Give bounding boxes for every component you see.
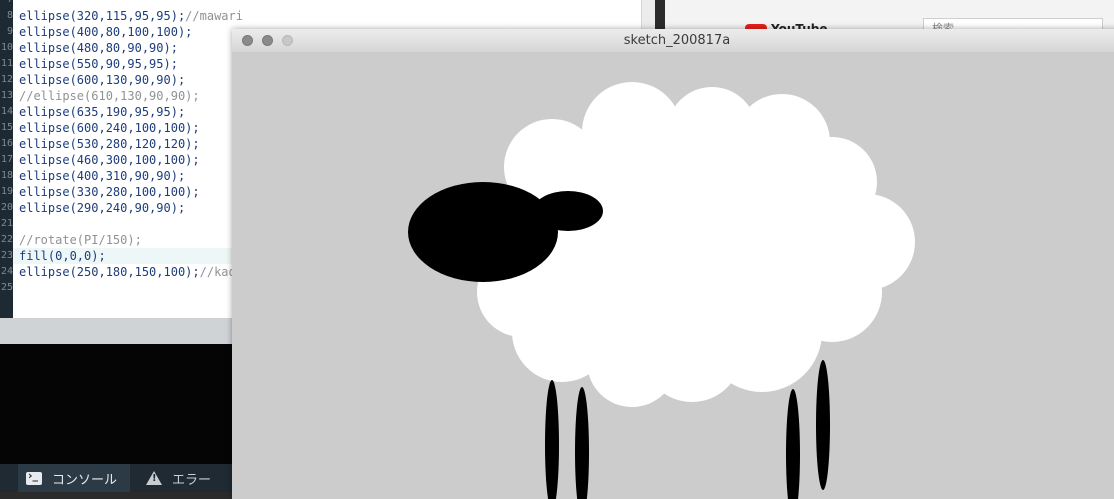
head-ellipse bbox=[408, 182, 558, 282]
line-number: 19 bbox=[0, 186, 13, 197]
line-number: 10 bbox=[0, 42, 13, 53]
code-line: ellipse(635,190,95,95); bbox=[19, 104, 185, 120]
code-line: ellipse(320,115,95,95);//mawari bbox=[19, 8, 243, 24]
leg bbox=[816, 360, 830, 490]
code-text: ellipse(330,280,100,100); bbox=[19, 185, 200, 199]
sketch-canvas bbox=[232, 52, 1114, 499]
line-number: 13 bbox=[0, 90, 13, 101]
line-number: 25 bbox=[0, 282, 13, 293]
code-text: ellipse(250,180,150,100); bbox=[19, 265, 200, 279]
ear-ellipse bbox=[533, 191, 603, 231]
line-number: 24 bbox=[0, 266, 13, 277]
code-text: ellipse(290,240,90,90); bbox=[19, 201, 186, 215]
code-text: ellipse(530,280,120,120); bbox=[19, 137, 200, 151]
code-text: //ellipse(610,130,90,90); bbox=[19, 89, 200, 103]
code-line: //ellipse(610,130,90,90); bbox=[19, 88, 200, 104]
warning-icon bbox=[146, 471, 162, 485]
line-number: 16 bbox=[0, 138, 13, 149]
line-number: 18 bbox=[0, 170, 13, 181]
console-icon bbox=[26, 469, 42, 485]
code-line: ellipse(550,90,95,95); bbox=[19, 56, 178, 72]
code-line: fill(0,0,0); bbox=[19, 248, 106, 264]
code-text: ellipse(480,80,90,90); bbox=[19, 41, 178, 55]
code-line: ellipse(480,80,90,90); bbox=[19, 40, 178, 56]
window-titlebar[interactable]: sketch_200817a bbox=[232, 29, 1114, 53]
code-text: ellipse(460,300,100,100); bbox=[19, 153, 200, 167]
sketch-window[interactable]: sketch_200817a bbox=[232, 29, 1114, 499]
line-number: 12 bbox=[0, 74, 13, 85]
code-line: ellipse(290,240,90,90); bbox=[19, 200, 185, 216]
code-text: ellipse(600,130,90,90); bbox=[19, 73, 186, 87]
line-number: 9 bbox=[6, 26, 13, 37]
line-number: 22 bbox=[0, 234, 13, 245]
code-text: ellipse(320,115,95,95); bbox=[19, 9, 186, 23]
code-text: ellipse(550,90,95,95); bbox=[19, 57, 178, 71]
code-comment: //kao bbox=[199, 265, 236, 279]
code-line: //rotate(PI/150); bbox=[19, 232, 142, 248]
line-number: 8 bbox=[6, 10, 13, 21]
line-number: 20 bbox=[0, 202, 13, 213]
code-text: fill(0,0,0); bbox=[19, 249, 106, 263]
line-number: 17 bbox=[0, 154, 13, 165]
tab-errors-label: エラー bbox=[172, 472, 212, 488]
code-text: ellipse(400,310,90,90); bbox=[19, 169, 186, 183]
tab-console-label: コンソール bbox=[52, 472, 118, 488]
tab-errors[interactable]: エラー bbox=[146, 464, 211, 492]
line-number: 15 bbox=[0, 122, 13, 133]
code-comment: //mawari bbox=[185, 9, 243, 23]
code-line: ellipse(400,80,100,100); bbox=[19, 24, 192, 40]
line-number: 23 bbox=[0, 250, 13, 261]
code-line: ellipse(460,300,100,100); bbox=[19, 152, 200, 168]
code-line: ellipse(250,180,150,100);//kao bbox=[19, 264, 236, 280]
code-text: ellipse(400,80,100,100); bbox=[19, 25, 193, 39]
code-text: //rotate(PI/150); bbox=[19, 233, 142, 247]
line-number: 11 bbox=[0, 58, 13, 69]
code-text: ellipse(600,240,100,100); bbox=[19, 121, 200, 135]
code-line: ellipse(330,280,100,100); bbox=[19, 184, 200, 200]
tab-console[interactable]: コンソール bbox=[18, 464, 130, 492]
code-line: ellipse(530,280,120,120); bbox=[19, 136, 200, 152]
code-line: ellipse(600,130,90,90); bbox=[19, 72, 185, 88]
code-line: ellipse(600,240,100,100); bbox=[19, 120, 200, 136]
line-number: 14 bbox=[0, 106, 13, 117]
line-number: 21 bbox=[0, 218, 13, 229]
code-line: ellipse(400,310,90,90); bbox=[19, 168, 185, 184]
code-text: ellipse(635,190,95,95); bbox=[19, 105, 186, 119]
line-number-gutter: 7 8 9 10 11 12 13 14 15 16 17 18 19 20 21 22 23 24 25 bbox=[0, 0, 13, 318]
window-title: sketch_200817a bbox=[623, 33, 731, 48]
line-number: 7 bbox=[0, 0, 13, 8]
